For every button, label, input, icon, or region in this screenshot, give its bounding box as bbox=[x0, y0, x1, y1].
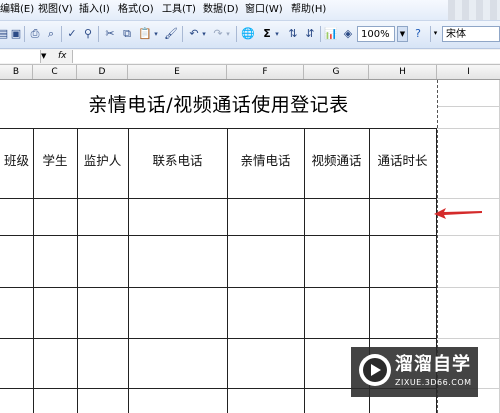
save-icon[interactable]: ▣ bbox=[8, 26, 24, 42]
gridline bbox=[437, 287, 500, 288]
header-family-call[interactable]: 亲情电话 bbox=[227, 150, 304, 169]
header-call-duration[interactable]: 通话时长 bbox=[369, 150, 436, 169]
column-header-h[interactable]: H bbox=[369, 65, 437, 79]
table-border bbox=[0, 287, 437, 288]
formula-bar: ▼ fx bbox=[0, 49, 500, 65]
column-header-d[interactable]: D bbox=[77, 65, 128, 79]
header-contact-phone[interactable]: 联系电话 bbox=[128, 150, 227, 169]
sort-ascending-icon[interactable]: ⇅ bbox=[285, 26, 301, 42]
table-border bbox=[33, 128, 34, 413]
header-student[interactable]: 学生 bbox=[33, 150, 77, 169]
menu-data[interactable]: 数据(D) bbox=[203, 2, 239, 18]
column-header-g[interactable]: G bbox=[304, 65, 369, 79]
column-header-b[interactable]: B bbox=[0, 65, 33, 79]
gridline bbox=[437, 128, 500, 129]
formula-input[interactable] bbox=[72, 50, 500, 63]
table-border bbox=[128, 128, 129, 413]
play-logo-icon bbox=[359, 354, 391, 386]
toolbar-separator bbox=[61, 26, 62, 42]
gridline bbox=[437, 235, 500, 236]
print-preview-icon[interactable]: ⌕ bbox=[43, 26, 59, 42]
toolbar-options-icon[interactable]: ▾ bbox=[431, 26, 440, 42]
gridline bbox=[437, 338, 500, 339]
table-border bbox=[0, 128, 437, 129]
help-icon[interactable]: ? bbox=[410, 26, 426, 42]
drawing-icon[interactable]: ◈ bbox=[340, 26, 356, 42]
table-border bbox=[77, 128, 78, 413]
column-header-e[interactable]: E bbox=[128, 65, 227, 79]
menu-window[interactable]: 窗口(W) bbox=[245, 2, 283, 18]
research-icon[interactable]: ⚲ bbox=[80, 26, 96, 42]
column-header-i[interactable]: I bbox=[437, 65, 500, 79]
name-box-dropdown-icon[interactable]: ▼ bbox=[41, 49, 46, 64]
column-header-f[interactable]: F bbox=[227, 65, 304, 79]
undo-dropdown-icon[interactable]: ▾ bbox=[199, 26, 209, 42]
menu-edit[interactable]: 编辑(E) bbox=[0, 2, 34, 18]
zoom-field[interactable]: 100% bbox=[357, 26, 395, 42]
autosum-dropdown-icon[interactable]: ▾ bbox=[272, 26, 282, 42]
table-border bbox=[0, 198, 437, 199]
table-border bbox=[304, 128, 305, 413]
toolbar-separator bbox=[236, 26, 237, 42]
column-header-c[interactable]: C bbox=[33, 65, 77, 79]
menubar-background-image bbox=[448, 0, 500, 20]
menu-tools[interactable]: 工具(T) bbox=[162, 2, 196, 18]
toolbar-separator bbox=[98, 26, 99, 42]
menu-insert[interactable]: 插入(I) bbox=[79, 2, 110, 18]
column-header-row: B C D E F G H I bbox=[0, 65, 500, 80]
standard-toolbar: ▤ ▣ ⎙ ⌕ ✓ ⚲ ✂ ⧉ 📋 ▾ 🖌 ↶ ▾ ↷ ▾ 🌐 Σ ▾ ⇅ ⇵ … bbox=[0, 21, 500, 49]
annotation-arrow-icon bbox=[434, 208, 482, 219]
header-class[interactable]: 班级 bbox=[0, 150, 33, 169]
redo-dropdown-icon[interactable]: ▾ bbox=[223, 26, 233, 42]
toolbar-separator bbox=[320, 26, 321, 42]
name-box[interactable] bbox=[0, 50, 41, 63]
zoom-dropdown-icon[interactable]: ▼ bbox=[397, 26, 408, 42]
header-guardian[interactable]: 监护人 bbox=[77, 150, 128, 169]
toolbar-separator bbox=[24, 26, 25, 42]
menu-help[interactable]: 帮助(H) bbox=[291, 2, 326, 18]
paste-dropdown-icon[interactable]: ▾ bbox=[151, 26, 161, 42]
watermark-url: ZIXUE.3D66.COM bbox=[395, 378, 472, 387]
menu-bar: 编辑(E) 视图(V) 插入(I) 格式(O) 工具(T) 数据(D) 窗口(W… bbox=[0, 0, 500, 21]
menu-format[interactable]: 格式(O) bbox=[118, 2, 154, 18]
print-icon[interactable]: ⎙ bbox=[27, 26, 43, 42]
menu-view[interactable]: 视图(V) bbox=[38, 2, 73, 18]
format-painter-icon[interactable]: 🖌 bbox=[163, 26, 179, 42]
copy-icon[interactable]: ⧉ bbox=[119, 26, 135, 42]
table-border bbox=[0, 338, 437, 339]
cut-icon[interactable]: ✂ bbox=[102, 26, 118, 42]
font-name-field[interactable]: 宋体 bbox=[442, 26, 500, 42]
gridline bbox=[437, 198, 500, 199]
fx-icon[interactable]: fx bbox=[58, 49, 67, 64]
header-video-call[interactable]: 视频通话 bbox=[304, 150, 369, 169]
sort-descending-icon[interactable]: ⇵ bbox=[302, 26, 318, 42]
gridline bbox=[437, 106, 500, 107]
toolbar-separator bbox=[182, 26, 183, 42]
table-border bbox=[0, 235, 437, 236]
table-border bbox=[227, 128, 228, 413]
watermark-brand: 溜溜自学 bbox=[395, 354, 471, 375]
chart-wizard-icon[interactable]: 📊 bbox=[323, 26, 339, 42]
watermark-logo: 溜溜自学 ZIXUE.3D66.COM bbox=[351, 347, 478, 397]
sheet-title: 亲情电话/视频通话使用登记表 bbox=[88, 94, 349, 116]
spelling-icon[interactable]: ✓ bbox=[64, 26, 80, 42]
hyperlink-icon[interactable]: 🌐 bbox=[240, 26, 256, 42]
